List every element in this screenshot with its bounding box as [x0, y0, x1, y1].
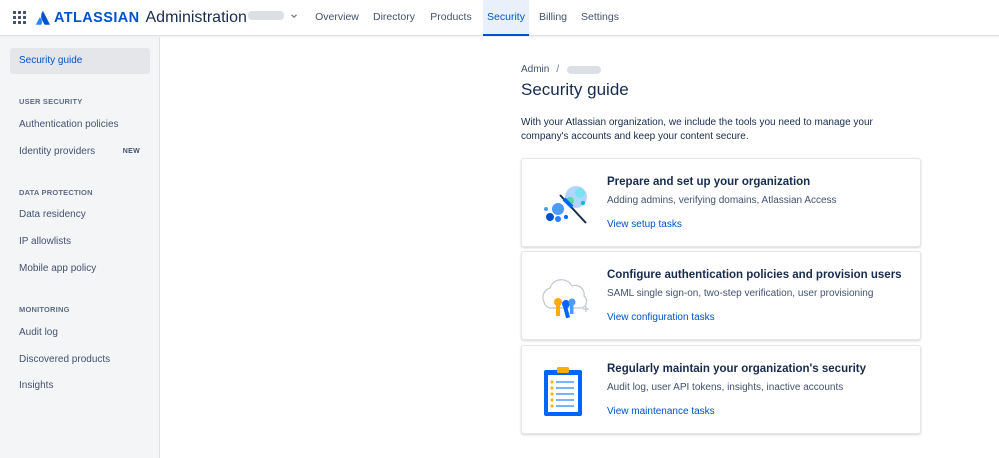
nav-security[interactable]: Security [483, 0, 529, 36]
card-description: Adding admins, verifying domains, Atlass… [607, 195, 837, 206]
view-setup-tasks-link[interactable]: View setup tasks [607, 219, 682, 230]
breadcrumb-separator: / [556, 64, 560, 75]
card-maintain-security: Regularly maintain your organization's s… [521, 345, 921, 434]
card-prepare-setup: Prepare and set up your organization Add… [521, 158, 921, 247]
top-navigation: ATLASSIAN Administration Overview Direct… [0, 0, 999, 36]
breadcrumb-organization-redacted[interactable] [567, 65, 602, 74]
sidebar-item-security-guide[interactable]: Security guide [10, 48, 150, 74]
telescope-planets-icon [544, 186, 587, 224]
sidebar-item-discovered-products[interactable]: Discovered products [10, 347, 150, 373]
organization-switcher[interactable] [248, 11, 298, 20]
card-title: Regularly maintain your organization's s… [607, 363, 866, 375]
nav-directory[interactable]: Directory [367, 0, 421, 36]
sidebar-heading-data-protection: DATA PROTECTION [19, 188, 93, 197]
card-description: Audit log, user API tokens, insights, in… [607, 382, 844, 393]
sidebar-item-insights[interactable]: Insights [10, 373, 150, 399]
view-maintenance-tasks-link[interactable]: View maintenance tasks [607, 406, 715, 417]
atlassian-logo-icon [36, 11, 50, 25]
app-switcher-icon[interactable] [13, 11, 26, 24]
view-configuration-tasks-link[interactable]: View configuration tasks [607, 312, 715, 323]
sidebar-item-ip-allowlists[interactable]: IP allowlists [10, 229, 150, 255]
intro-text: With your Atlassian organization, we inc… [521, 117, 873, 142]
nav-settings[interactable]: Settings [576, 0, 624, 36]
sidebar-item-data-residency[interactable]: Data residency [10, 202, 150, 228]
sidebar-item-identity-providers[interactable]: Identity providers NEW [10, 139, 150, 165]
new-badge: NEW [122, 148, 140, 155]
sidebar-heading-user-security: USER SECURITY [19, 97, 83, 106]
app-title: Administration [145, 9, 247, 26]
sidebar: Security guide USER SECURITY Authenticat… [0, 37, 160, 458]
sidebar-item-mobile-app-policy[interactable]: Mobile app policy [10, 256, 150, 282]
sidebar-item-label: Identity providers [19, 146, 96, 157]
nav-billing[interactable]: Billing [533, 0, 573, 36]
breadcrumb-admin[interactable]: Admin [521, 64, 549, 75]
atlassian-logo[interactable]: ATLASSIAN Administration [36, 9, 247, 27]
organization-name-redacted [248, 11, 284, 20]
sidebar-item-audit-log[interactable]: Audit log [10, 320, 150, 346]
brand-name: ATLASSIAN [54, 10, 140, 26]
card-title: Prepare and set up your organization [607, 176, 811, 188]
card-description: SAML single sign-on, two-step verificati… [607, 288, 874, 299]
sidebar-item-authentication-policies[interactable]: Authentication policies [10, 112, 150, 138]
sidebar-heading-monitoring: MONITORING [19, 305, 70, 314]
clipboard-checklist-icon [544, 367, 582, 416]
card-title: Configure authentication policies and pr… [607, 269, 902, 281]
nav-overview[interactable]: Overview [309, 0, 365, 36]
breadcrumb: Admin / [521, 64, 602, 75]
card-configure-authentication: Configure authentication policies and pr… [521, 251, 921, 340]
chevron-down-icon [291, 13, 297, 18]
nav-products[interactable]: Products [424, 0, 478, 36]
cloud-keys-icon [542, 279, 589, 319]
page-title: Security guide [521, 80, 629, 99]
